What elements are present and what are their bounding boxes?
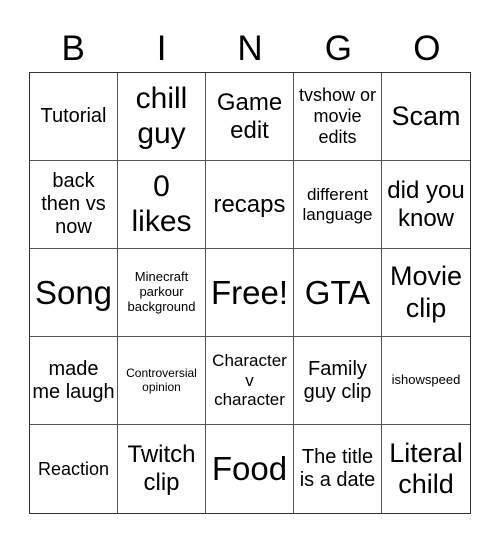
bingo-cell[interactable]: Free! (206, 249, 294, 337)
bingo-cell[interactable]: Song (30, 249, 118, 337)
bingo-cell[interactable]: recaps (206, 161, 294, 249)
bingo-cell[interactable]: back then vs now (30, 161, 118, 249)
header-letter-i: I (156, 29, 167, 68)
bingo-cell[interactable]: Family guy clip (294, 337, 382, 425)
bingo-cell[interactable]: chill guy (118, 73, 206, 161)
bingo-cell[interactable]: Game edit (206, 73, 294, 161)
bingo-cell[interactable]: Literal child (382, 425, 470, 513)
bingo-cell[interactable]: Scam (382, 73, 470, 161)
header-letter-g: G (324, 29, 353, 68)
header-letter-o: O (413, 29, 441, 68)
bingo-cell[interactable]: did you know (382, 161, 470, 249)
header-letter-n: N (237, 29, 263, 68)
bingo-cell[interactable]: Reaction (30, 425, 118, 513)
bingo-cell[interactable]: Tutorial (30, 73, 118, 161)
bingo-cell[interactable]: Twitch clip (118, 425, 206, 513)
bingo-header: B I N G O (29, 26, 471, 72)
bingo-cell[interactable]: Character v character (206, 337, 294, 425)
bingo-grid: Tutorial chill guy Game edit tvshow or m… (29, 72, 471, 514)
bingo-cell[interactable]: ishowspeed (382, 337, 470, 425)
bingo-cell[interactable]: Movie clip (382, 249, 470, 337)
bingo-cell[interactable]: tvshow or movie edits (294, 73, 382, 161)
bingo-cell[interactable]: The title is a date (294, 425, 382, 513)
bingo-cell[interactable]: Controversial opinion (118, 337, 206, 425)
bingo-cell[interactable]: different language (294, 161, 382, 249)
bingo-cell[interactable]: Minecraft parkour background (118, 249, 206, 337)
bingo-cell[interactable]: made me laugh (30, 337, 118, 425)
bingo-cell[interactable]: Food (206, 425, 294, 513)
bingo-cell[interactable]: 0 likes (118, 161, 206, 249)
header-letter-b: B (61, 29, 85, 68)
bingo-cell[interactable]: GTA (294, 249, 382, 337)
